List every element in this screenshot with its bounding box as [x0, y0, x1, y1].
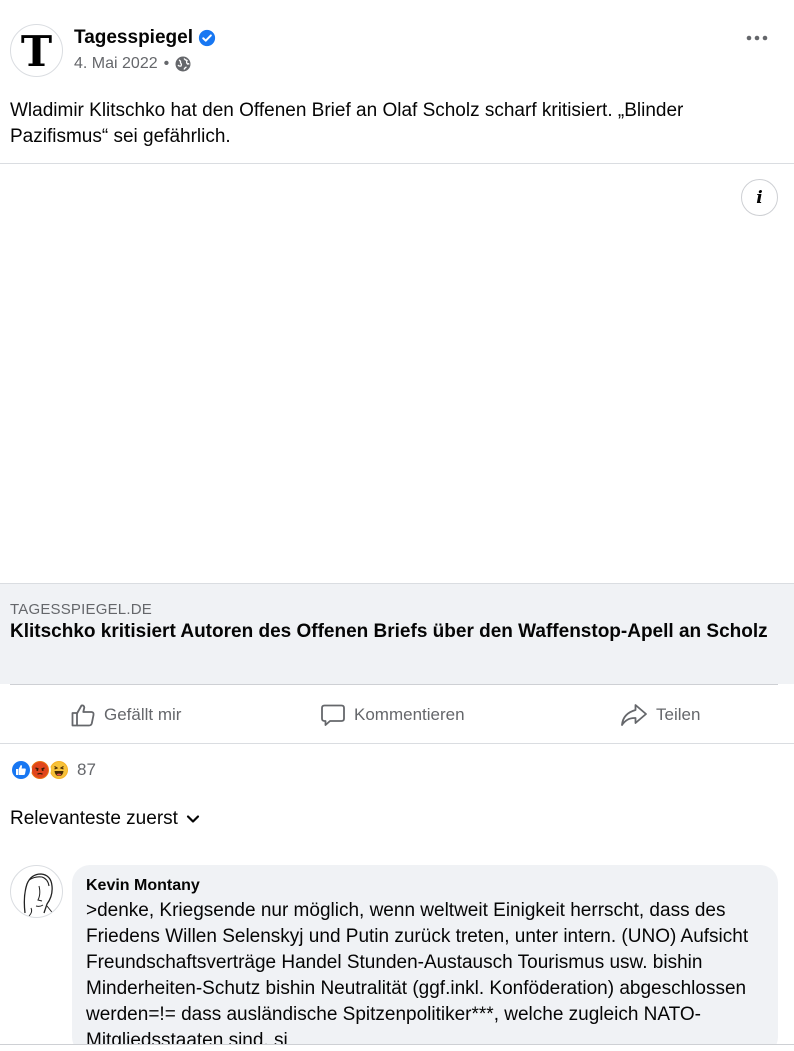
- speech-bubble-icon: [321, 704, 345, 726]
- post-header: T Tagesspiegel 4. Mai 2022 •: [10, 24, 784, 80]
- commenter-avatar[interactable]: [10, 865, 63, 918]
- sketch-face-icon: [23, 873, 56, 917]
- post-text: Wladimir Klitschko hat den Offenen Brief…: [10, 100, 684, 147]
- comment-author[interactable]: Kevin Montany: [86, 876, 764, 896]
- comment-bubble: Kevin Montany >denke, Kriegsende nur mög…: [72, 865, 778, 1051]
- share-label: Teilen: [656, 705, 701, 724]
- action-bar: Gefällt mir Kommentieren Teilen: [0, 686, 794, 744]
- post-meta: 4. Mai 2022 •: [74, 55, 191, 73]
- page-name-text[interactable]: Tagesspiegel: [74, 27, 193, 49]
- thumbs-up-icon: [71, 704, 95, 727]
- comment-text: >denke, Kriegsende nur möglich, wenn wel…: [86, 900, 749, 1051]
- comment-sort-dropdown[interactable]: Relevanteste zuerst: [10, 808, 200, 830]
- like-button[interactable]: Gefällt mir: [70, 686, 181, 744]
- link-title[interactable]: Klitschko kritisiert Autoren des Offenen…: [10, 620, 770, 644]
- comment-label: Kommentieren: [354, 705, 465, 724]
- page-avatar[interactable]: T: [10, 24, 63, 77]
- angry-icon: [29, 759, 51, 781]
- haha-icon: [48, 759, 70, 781]
- comment-button[interactable]: Kommentieren: [320, 686, 465, 744]
- more-options-button[interactable]: [744, 28, 770, 48]
- more-dots-icon: [746, 35, 768, 41]
- verified-badge-icon: [198, 29, 216, 47]
- reactions-summary[interactable]: 87: [10, 758, 96, 782]
- page-name[interactable]: Tagesspiegel: [74, 27, 216, 49]
- info-button[interactable]: i: [741, 179, 778, 216]
- share-arrow-icon: [621, 704, 647, 726]
- share-button[interactable]: Teilen: [620, 686, 700, 744]
- page-logo-letter: T: [20, 26, 53, 76]
- link-preview[interactable]: TAGESSPIEGEL.DE Klitschko kritisiert Aut…: [0, 583, 794, 684]
- globe-icon: [175, 56, 191, 72]
- divider: [10, 684, 778, 685]
- bottom-divider: [0, 1044, 794, 1051]
- reaction-count: 87: [77, 760, 96, 779]
- meta-separator: •: [163, 55, 170, 72]
- link-domain: TAGESSPIEGEL.DE: [10, 601, 152, 618]
- link-image-area[interactable]: i: [0, 163, 794, 584]
- like-icon: [10, 759, 32, 781]
- like-label: Gefällt mir: [104, 705, 182, 724]
- post-date[interactable]: 4. Mai 2022: [74, 55, 158, 73]
- sort-label: Relevanteste zuerst: [10, 808, 178, 829]
- chevron-down-icon: [186, 815, 200, 823]
